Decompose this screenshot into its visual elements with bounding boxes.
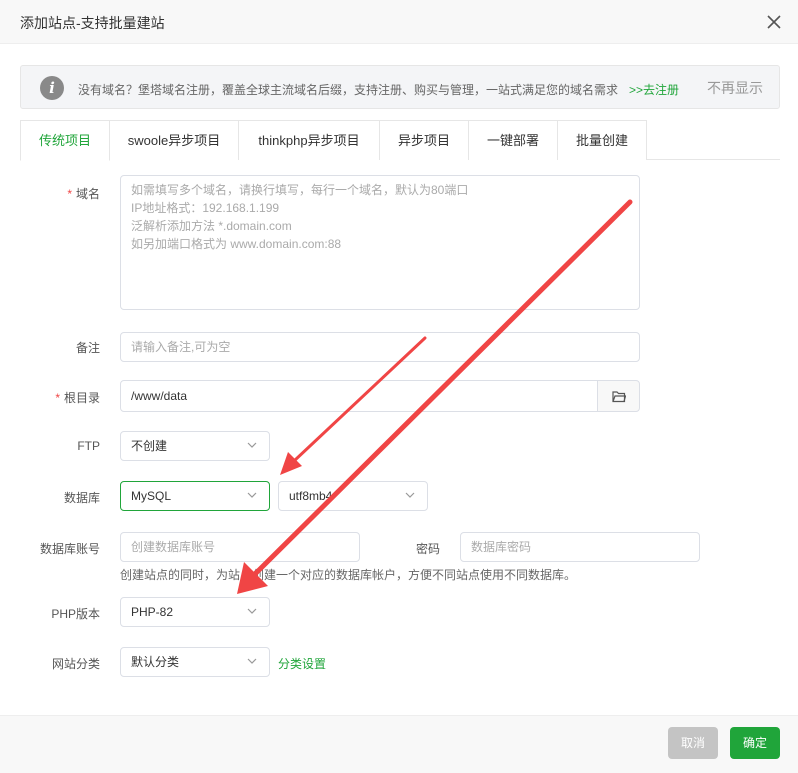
domain-notice: i 没有域名？堡塔域名注册，覆盖全球主流域名后缀，支持注册、购买与管理，一站式满…	[20, 65, 780, 109]
project-tabs: 传统项目 swoole异步项目 thinkphp异步项目 异步项目 一键部署 批…	[20, 120, 780, 161]
category-label: 网站分类	[51, 657, 100, 671]
chevron-down-icon	[247, 442, 257, 448]
root-dir-label: * 根目录	[55, 391, 100, 405]
domain-placeholder-line: 如需填写多个域名，请换行填写，每行一个域名，默认为80端口	[131, 183, 469, 197]
domain-placeholder-line: 如另加端口格式为 www.domain.com:88	[131, 237, 342, 251]
dialog-footer: 取消 确定	[0, 715, 798, 773]
chevron-down-icon	[247, 608, 257, 614]
category-select[interactable]: 默认分类	[120, 647, 270, 677]
notice-text: 没有域名？堡塔域名注册，覆盖全球主流域名后缀，支持注册、购买与管理，一站式满足您…	[78, 83, 619, 97]
register-link[interactable]: >>去注册	[629, 81, 679, 98]
root-dir-input[interactable]: /www/data	[120, 380, 598, 412]
db-password-label: 密码	[415, 542, 440, 556]
domain-placeholder-line: 泛解析添加方法 *.domain.com	[131, 219, 292, 233]
php-version-select[interactable]: PHP-82	[120, 597, 270, 627]
tab-swoole[interactable]: swoole异步项目	[110, 120, 239, 160]
tab-thinkphp[interactable]: thinkphp异步项目	[239, 120, 380, 160]
domain-label: * 域名	[67, 187, 100, 201]
add-site-dialog: 添加站点-支持批量建站 i 没有域名？堡塔域名注册，覆盖全球主流域名后缀，支持注…	[0, 0, 798, 773]
confirm-button[interactable]: 确定	[730, 727, 780, 759]
dismiss-notice-button[interactable]: 不再显示	[707, 78, 763, 98]
domain-placeholder-line: IP地址格式：192.168.1.199	[131, 201, 280, 215]
dialog-titlebar: 添加站点-支持批量建站	[0, 0, 798, 44]
tab-async[interactable]: 异步项目	[380, 120, 469, 160]
tab-batch-create[interactable]: 批量创建	[558, 120, 647, 160]
browse-folder-button[interactable]	[597, 380, 640, 412]
chevron-down-icon	[247, 492, 257, 498]
close-icon[interactable]	[764, 12, 784, 32]
database-charset-select[interactable]: utf8mb4	[278, 481, 428, 511]
ftp-select[interactable]: 不创建	[120, 431, 270, 461]
domain-textarea[interactable]: 如需填写多个域名，请换行填写，每行一个域名，默认为80端口 IP地址格式：192…	[120, 175, 640, 310]
database-label: 数据库	[63, 491, 100, 505]
db-account-label: 数据库账号	[39, 542, 100, 556]
chevron-down-icon	[405, 492, 415, 498]
db-hint: 创建站点的同时，为站点创建一个对应的数据库帐户，方便不同站点使用不同数据库。	[120, 568, 577, 582]
ftp-label: FTP	[77, 439, 100, 453]
tab-one-click-deploy[interactable]: 一键部署	[469, 120, 558, 160]
remark-label: 备注	[75, 341, 100, 355]
database-type-select[interactable]: MySQL	[120, 481, 270, 511]
db-account-input[interactable]: 创建数据库账号	[120, 532, 360, 562]
info-icon: i	[40, 76, 64, 100]
dialog-title: 添加站点-支持批量建站	[20, 15, 165, 31]
chevron-down-icon	[247, 658, 257, 664]
category-settings-link[interactable]: 分类设置	[278, 655, 326, 672]
tab-traditional[interactable]: 传统项目	[20, 120, 110, 161]
remark-input[interactable]: 请输入备注,可为空	[120, 332, 640, 362]
db-password-input[interactable]: 数据库密码	[460, 532, 700, 562]
php-version-label: PHP版本	[51, 607, 100, 621]
cancel-button[interactable]: 取消	[668, 727, 718, 759]
folder-icon	[612, 391, 626, 403]
